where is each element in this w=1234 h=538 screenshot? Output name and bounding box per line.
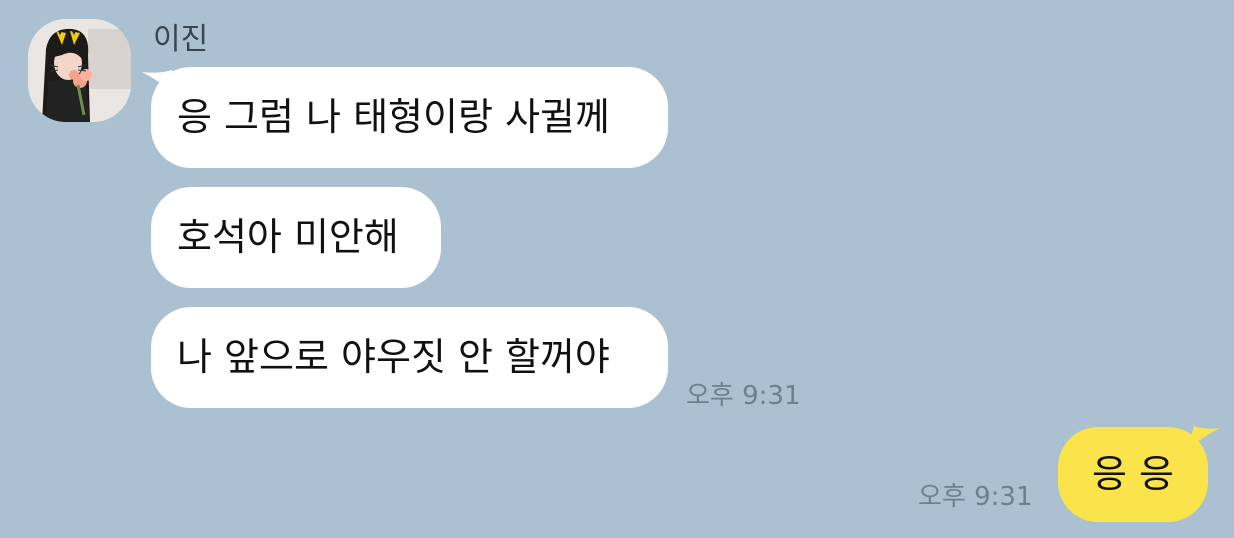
outgoing-message-bubble[interactable]: 응 응 (1058, 427, 1208, 522)
profile-photo (28, 19, 131, 122)
incoming-message-bubble[interactable]: 응 그럼 나 태형이랑 사귈께 (151, 67, 668, 168)
sender-name: 이진 (153, 22, 209, 57)
incoming-message-bubble[interactable]: 나 앞으로 야우짓 안 할꺼야 (151, 307, 668, 408)
incoming-timestamp: 오후 9:31 (686, 381, 801, 411)
outgoing-timestamp: 오후 9:31 (918, 482, 1033, 512)
avatar[interactable] (28, 19, 131, 122)
incoming-message-bubble[interactable]: 호석아 미안해 (151, 187, 441, 288)
